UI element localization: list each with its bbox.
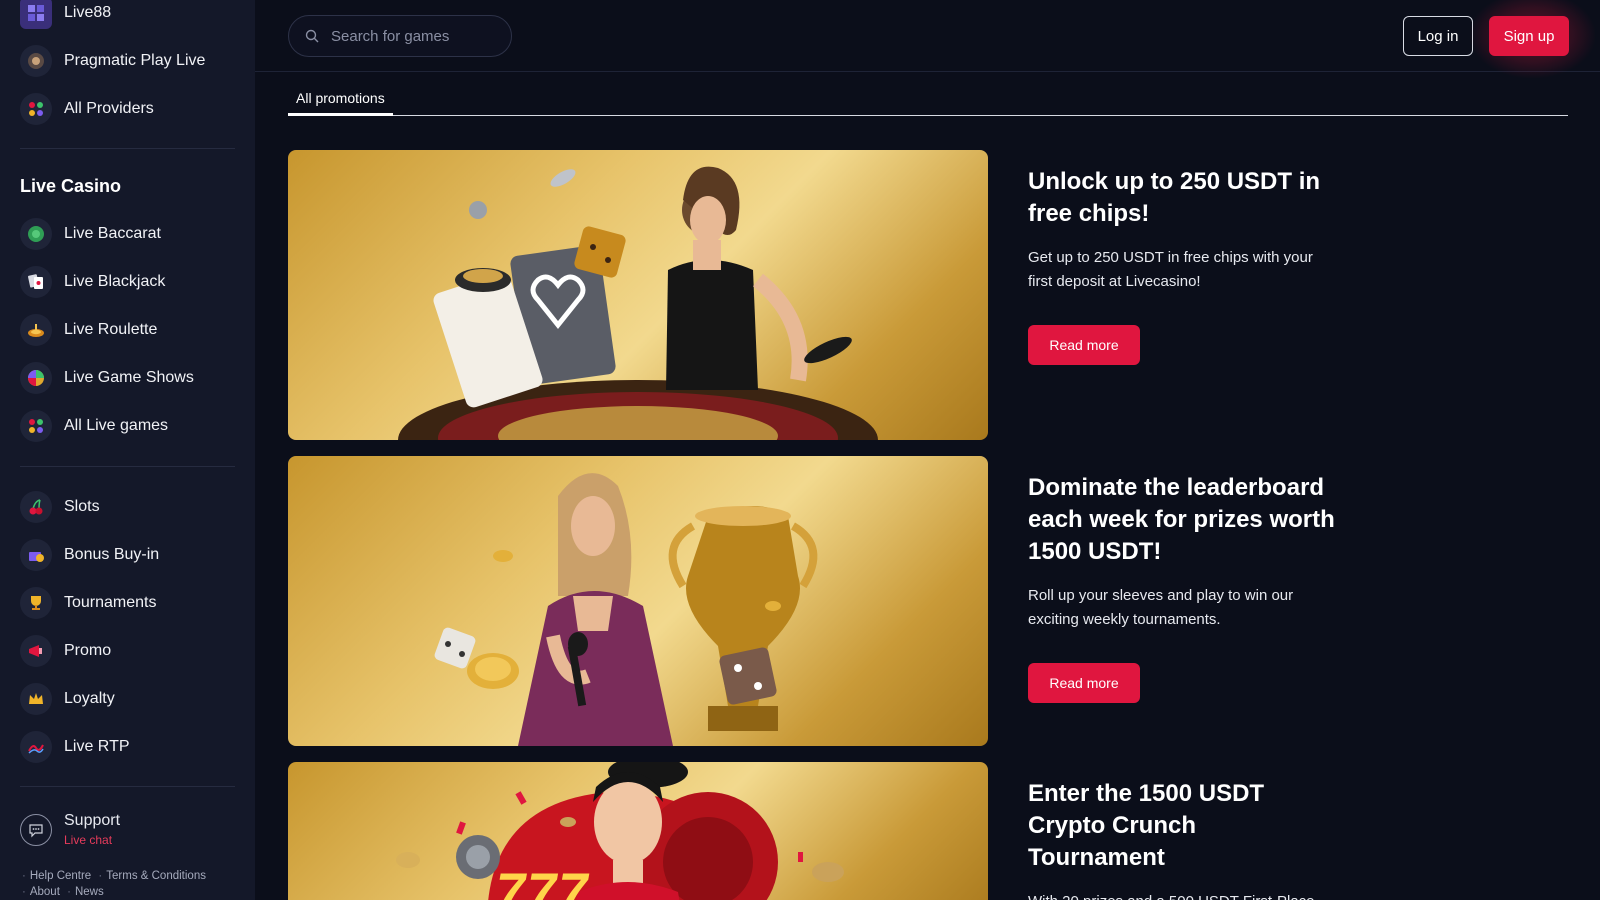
- chat-bubble-icon: [20, 813, 52, 846]
- grid-dots-icon: [20, 410, 52, 442]
- rtp-chart-icon: [20, 731, 52, 763]
- tab-all-promotions[interactable]: All promotions: [288, 84, 393, 116]
- about-link[interactable]: About: [30, 886, 60, 898]
- sidebar-item-label: Slots: [64, 498, 100, 515]
- login-button[interactable]: Log in: [1403, 16, 1473, 56]
- game-wheel-icon: [20, 362, 52, 394]
- sidebar-section-title: Live Casino: [20, 176, 122, 196]
- read-more-button[interactable]: Read more: [1028, 325, 1140, 365]
- sidebar-item-loyalty[interactable]: Loyalty: [20, 681, 115, 717]
- sidebar-item-promo[interactable]: Promo: [20, 633, 111, 669]
- sidebar-item-label: Bonus Buy-in: [64, 546, 160, 563]
- promo-text-1: Unlock up to 250 USDT in free chips! Get…: [1028, 166, 1338, 294]
- banner-art: [434, 473, 818, 746]
- sidebar-item-label: Live Game Shows: [64, 369, 194, 386]
- sidebar-item-label: Live88: [64, 4, 112, 21]
- promotion-tabs: All promotions: [288, 84, 1568, 116]
- sidebar-item-label: Pragmatic Play Live: [64, 52, 206, 69]
- support-title: Support: [64, 812, 121, 829]
- svg-text:777: 777: [489, 861, 593, 900]
- promo-title: Dominate the leaderboard each week for p…: [1028, 474, 1335, 565]
- promo-banner-free-chips[interactable]: [288, 150, 988, 440]
- sidebar-divider: [20, 466, 235, 467]
- blackjack-cards-icon: [20, 266, 52, 298]
- sidebar-item-label: All Live games: [64, 417, 169, 434]
- grid-dots-icon: [20, 93, 52, 125]
- banner-art: 777: [396, 762, 844, 900]
- sidebar-item-label: Live Blackjack: [64, 273, 166, 290]
- bonus-chest-icon: [20, 539, 52, 571]
- sidebar-divider: [20, 148, 235, 149]
- top-header: Log in Sign up: [255, 0, 1600, 78]
- live-chat-link[interactable]: Live chat: [64, 833, 120, 847]
- live88-logo-icon: [20, 0, 52, 29]
- read-more-button[interactable]: Read more: [1028, 663, 1140, 703]
- sidebar-item-label: Live RTP: [64, 738, 130, 755]
- sidebar-item-pragmatic-play-live[interactable]: Pragmatic Play Live: [20, 43, 205, 79]
- sidebar-item-label: Tournaments: [64, 594, 157, 611]
- promo-title: Enter the 1500 USDT Crypto Crunch Tourna…: [1028, 780, 1265, 871]
- footer-links: · Help Centre · Terms & Conditions · About …: [22, 870, 206, 898]
- search-box[interactable]: [288, 15, 512, 57]
- sidebar-item-label: All Providers: [64, 100, 154, 117]
- sidebar-item-slots[interactable]: Slots: [20, 489, 100, 525]
- news-link[interactable]: News: [75, 886, 104, 898]
- sidebar-item-live-game-shows[interactable]: Live Game Shows: [20, 360, 194, 396]
- sidebar-item-bonus-buy-in[interactable]: Bonus Buy-in: [20, 537, 159, 573]
- promo-description: Roll up your sleeves and play to win our…: [1028, 587, 1294, 628]
- sidebar-divider: [20, 786, 235, 787]
- terms-link[interactable]: Terms & Conditions: [106, 870, 206, 882]
- sidebar: Live88 Pragmatic Play Live All Providers…: [0, 0, 255, 900]
- sidebar-item-live-rtp[interactable]: Live RTP: [20, 729, 130, 765]
- support-link[interactable]: Support Live chat: [20, 812, 120, 847]
- sidebar-item-tournaments[interactable]: Tournaments: [20, 585, 157, 621]
- sidebar-item-label: Loyalty: [64, 690, 115, 707]
- promo-title: Unlock up to 250 USDT in free chips!: [1028, 168, 1321, 227]
- roulette-icon: [20, 314, 52, 346]
- promo-description: With 20 prizes and a 500 USDT First-Plac…: [1028, 890, 1338, 900]
- sidebar-item-live-baccarat[interactable]: Live Baccarat: [20, 216, 161, 252]
- pragmatic-play-icon: [20, 45, 52, 77]
- crown-icon: [20, 683, 52, 715]
- promo-banner-crypto-crunch[interactable]: 777: [288, 762, 988, 900]
- sidebar-item-live-blackjack[interactable]: Live Blackjack: [20, 264, 165, 300]
- sidebar-item-all-live-games[interactable]: All Live games: [20, 408, 168, 444]
- sidebar-item-label: Promo: [64, 642, 112, 659]
- sidebar-item-label: Live Roulette: [64, 321, 158, 338]
- promo-text-3: Enter the 1500 USDT Crypto Crunch Tourna…: [1028, 778, 1338, 900]
- promo-description: Get up to 250 USDT in free chips with yo…: [1028, 249, 1313, 290]
- sidebar-item-live-roulette[interactable]: Live Roulette: [20, 312, 157, 348]
- megaphone-icon: [20, 635, 52, 667]
- sidebar-item-label: Live Baccarat: [64, 225, 161, 242]
- search-input[interactable]: [331, 27, 491, 45]
- search-icon: [305, 29, 319, 43]
- sidebar-item-live88[interactable]: Live88: [20, 0, 111, 31]
- baccarat-icon: [20, 218, 52, 250]
- cherry-icon: [20, 491, 52, 523]
- signup-button[interactable]: Sign up: [1489, 16, 1569, 56]
- banner-art: [398, 166, 878, 440]
- trophy-icon: [20, 587, 52, 619]
- help-centre-link[interactable]: Help Centre: [30, 870, 91, 882]
- promo-text-2: Dominate the leaderboard each week for p…: [1028, 472, 1338, 632]
- promo-banner-leaderboard[interactable]: [288, 456, 988, 746]
- sidebar-item-all-providers[interactable]: All Providers: [20, 91, 154, 127]
